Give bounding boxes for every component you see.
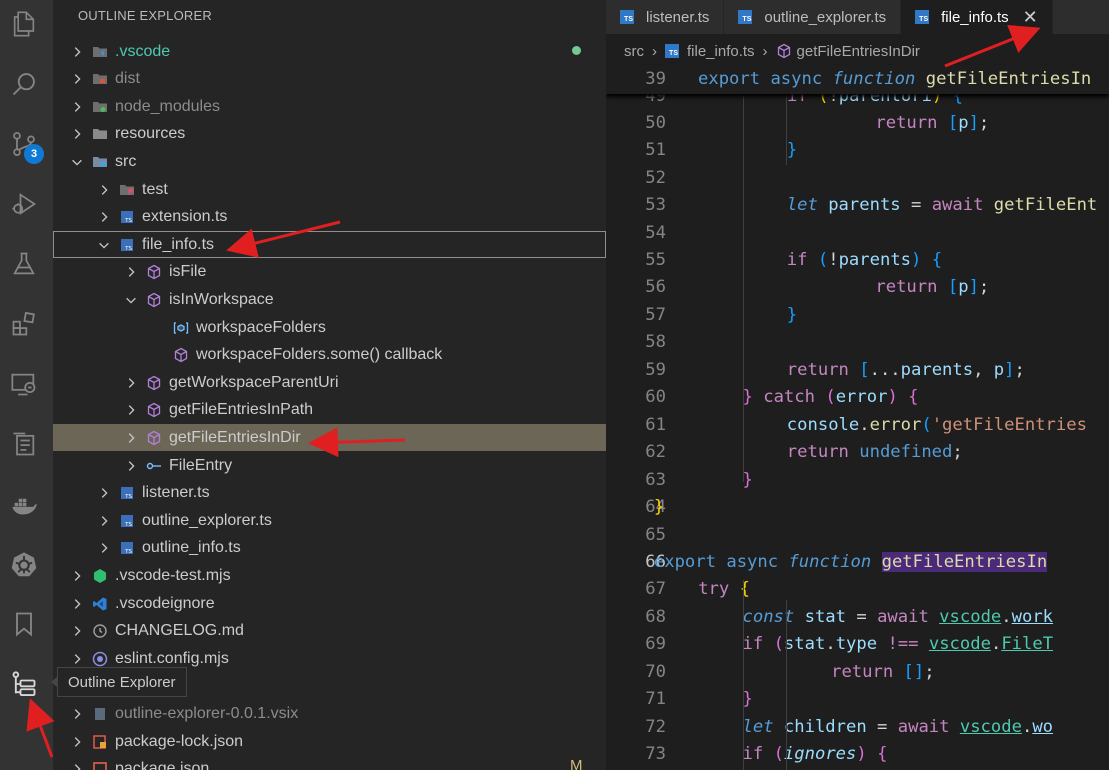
annotation-arrows: [26, 24, 1041, 758]
